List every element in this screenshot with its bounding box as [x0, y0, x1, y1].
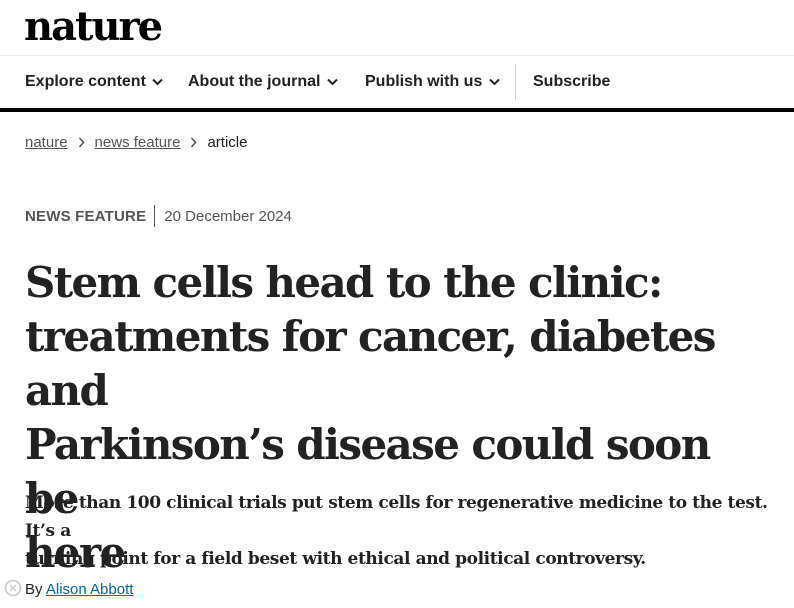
article-type: NEWS FEATURE: [25, 207, 147, 225]
subscribe-link[interactable]: Subscribe: [533, 56, 610, 108]
standfirst-line: turning point for a field beset with eth…: [25, 549, 646, 569]
chevron-right-icon: [190, 137, 198, 148]
nav-item-label: About the journal: [188, 73, 321, 90]
byline: By Alison Abbott: [25, 581, 133, 598]
chevron-right-icon: [78, 137, 85, 148]
watermark: [4, 579, 22, 602]
title-line: Stem cells head to the clinic:: [25, 258, 663, 307]
nav-explore-content[interactable]: Explore content: [25, 56, 164, 108]
article-meta: NEWS FEATURE 20 December 2024: [25, 205, 292, 227]
breadcrumb-link-news-feature[interactable]: news feature: [95, 134, 181, 151]
title-line: treatments for cancer, diabetes and: [25, 312, 716, 415]
nav-publish-with-us[interactable]: Publish with us: [365, 56, 500, 108]
chevron-down-icon: [152, 76, 164, 88]
byline-prefix: By: [25, 581, 46, 598]
chevron-down-icon: [326, 76, 338, 88]
nav-divider: [515, 64, 516, 100]
site-header: nature: [0, 0, 794, 56]
subscribe-label: Subscribe: [533, 73, 611, 90]
main-nav: Explore content About the journal Publis…: [0, 56, 794, 112]
watermark-logo-icon: [4, 579, 22, 602]
nav-about-journal[interactable]: About the journal: [188, 56, 338, 108]
standfirst-line: More than 100 clinical trials put stem c…: [25, 493, 768, 541]
publication-date: 20 December 2024: [164, 207, 292, 225]
meta-divider: [154, 205, 156, 227]
nav-item-label: Publish with us: [365, 73, 483, 90]
article-standfirst: More than 100 clinical trials put stem c…: [25, 489, 770, 573]
chevron-down-icon: [488, 76, 500, 88]
nature-logo[interactable]: nature: [24, 5, 163, 49]
breadcrumb: nature news feature article: [25, 134, 247, 151]
author-link[interactable]: Alison Abbott: [46, 581, 134, 598]
breadcrumb-current: article: [207, 134, 248, 151]
nav-item-label: Explore content: [25, 73, 146, 90]
breadcrumb-link-nature[interactable]: nature: [25, 134, 68, 151]
